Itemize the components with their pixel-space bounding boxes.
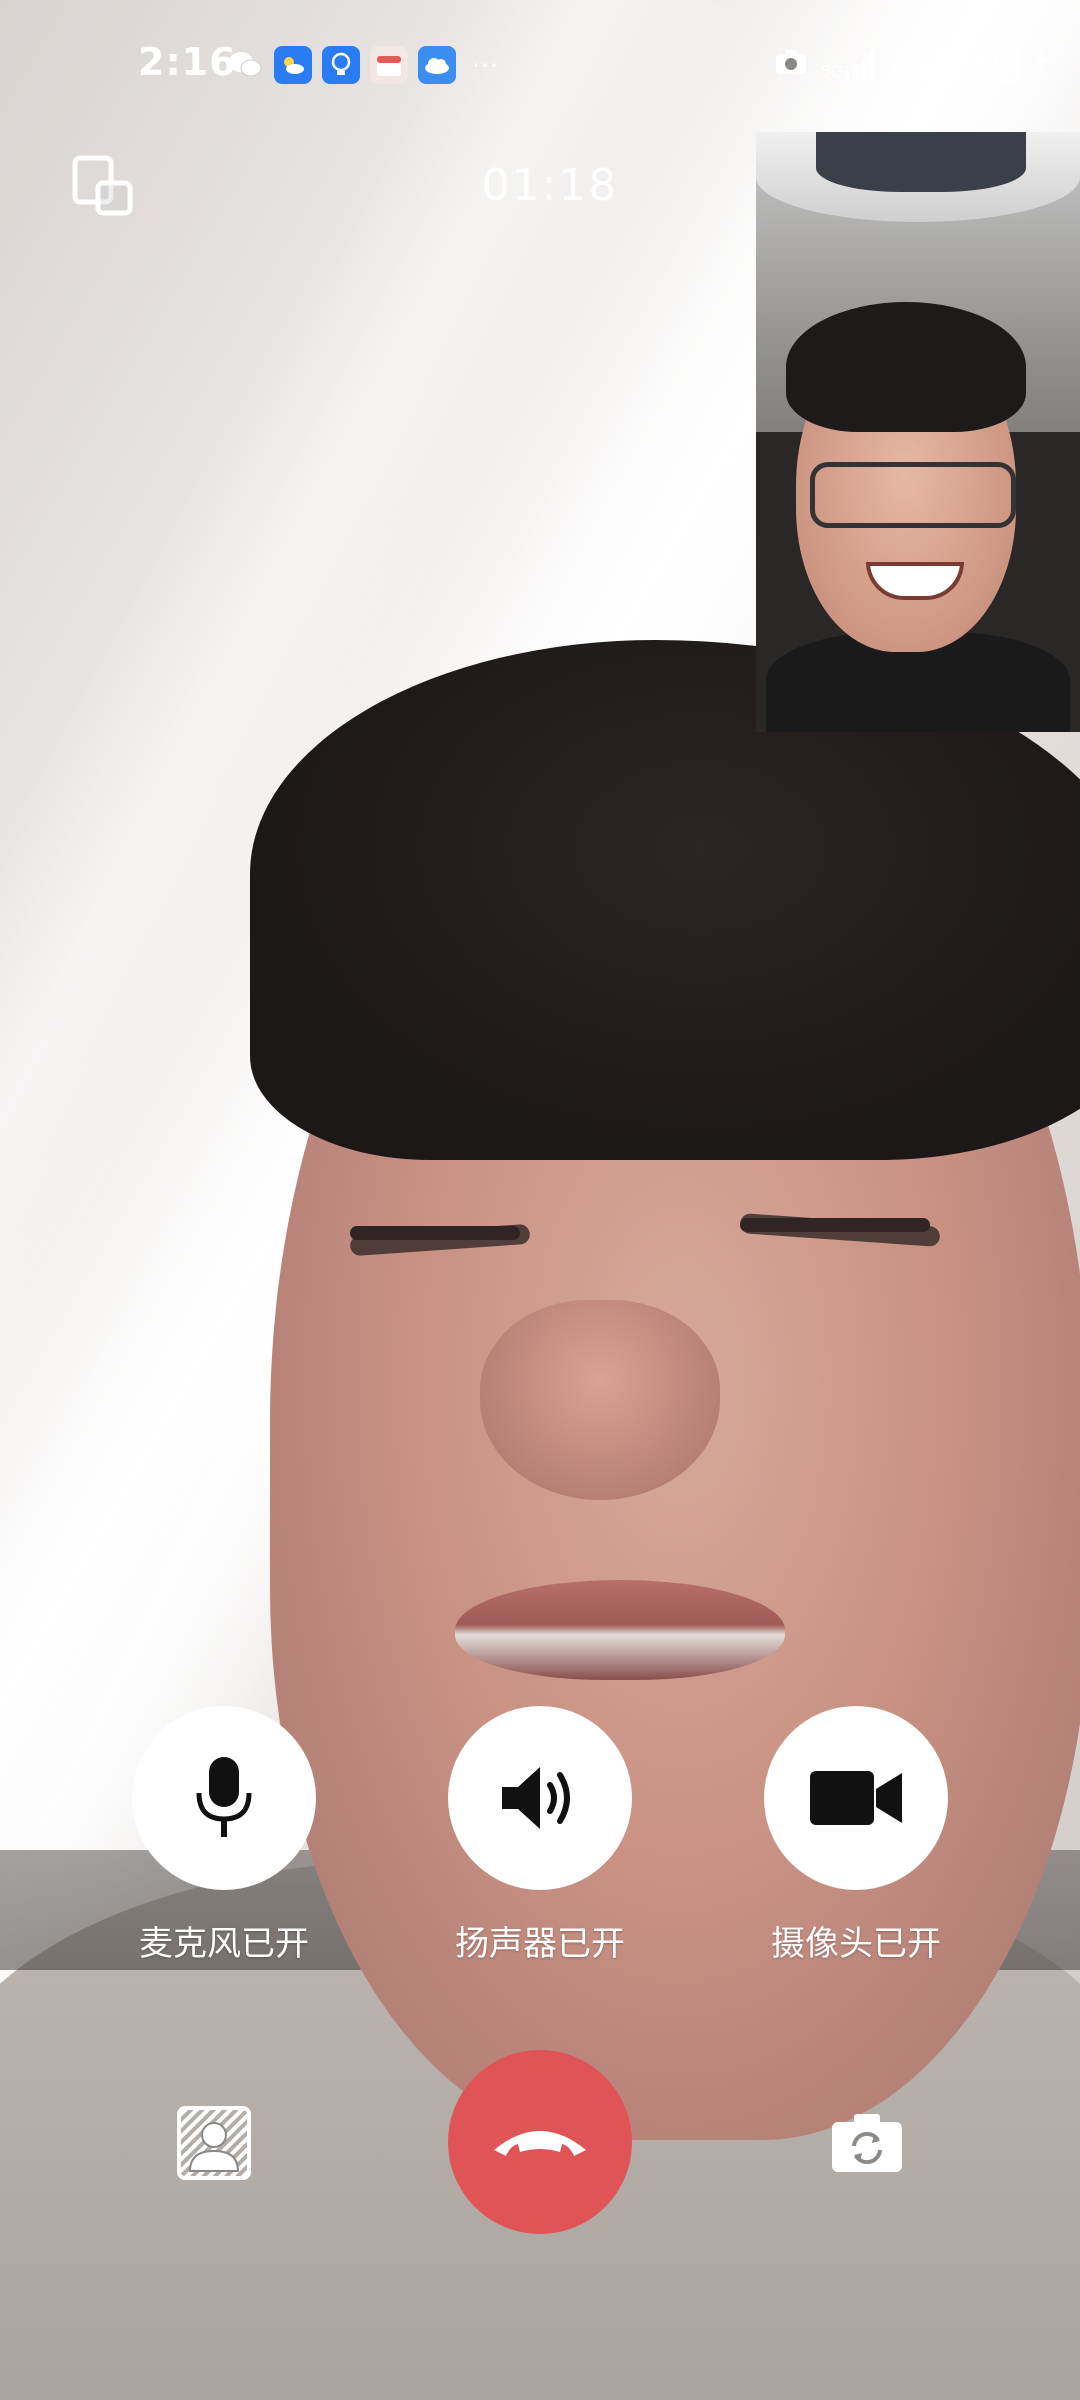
battery-level: 51: [972, 52, 1004, 78]
local-video-preview[interactable]: [756, 132, 1080, 732]
phone-hangup-icon: [494, 2131, 586, 2156]
microphone-icon: [196, 1757, 252, 1837]
camera-label: 摄像头已开: [771, 1924, 941, 1964]
bottom-controls: [0, 2050, 1080, 2234]
nose: [480, 1300, 720, 1500]
camera-icon: [775, 49, 807, 81]
switch-camera-button[interactable]: [830, 2110, 904, 2174]
cloud-icon: [418, 46, 456, 84]
glasses: [810, 462, 1016, 528]
video-camera-icon: [810, 1771, 902, 1825]
speaker-button[interactable]: [448, 1706, 632, 1890]
status-bar: 2:16 ··· 5G 4G 51: [0, 0, 1080, 130]
network-type: 4G: [888, 62, 911, 81]
bulb-icon: [322, 46, 360, 84]
camera-control: 摄像头已开: [756, 1706, 956, 1965]
background-blur-button[interactable]: [176, 2105, 252, 2181]
wechat-icon: [226, 46, 264, 84]
portrait-blur-icon: [177, 2106, 251, 2180]
eye: [350, 1226, 520, 1240]
speaker-control: 扬声器已开: [440, 1706, 640, 1965]
eye: [740, 1218, 930, 1232]
camera-button[interactable]: [764, 1706, 948, 1890]
calendar-icon: [370, 46, 408, 84]
speaker-label: 扬声器已开: [455, 1924, 625, 1964]
local-hair: [786, 302, 1026, 432]
signal-icon: 4G: [888, 50, 942, 80]
signal-icon: 5G: [821, 50, 875, 80]
system-icons: 5G 4G 51: [775, 46, 1050, 84]
notification-icons: ···: [226, 46, 504, 84]
hang-up-button[interactable]: [448, 2050, 632, 2234]
network-type: 5G: [820, 62, 844, 81]
switch-camera-icon: [832, 2114, 902, 2172]
status-time: 2:16: [138, 40, 237, 84]
speaker-icon: [502, 1767, 570, 1829]
more-icon: ···: [471, 48, 499, 82]
microphone-label: 麦克风已开: [139, 1924, 309, 1964]
microphone-control: 麦克风已开: [124, 1706, 324, 1965]
sunroof: [816, 132, 1026, 192]
video-call-screen: 2:16 ··· 5G 4G 51 01:18 麦克风已开 扬声器已开 摄像头已…: [0, 0, 1080, 2400]
weather-icon: [274, 46, 312, 84]
charging-icon: [1034, 48, 1050, 82]
microphone-button[interactable]: [132, 1706, 316, 1890]
battery-icon: 51: [956, 46, 1020, 84]
mouth: [455, 1580, 785, 1680]
